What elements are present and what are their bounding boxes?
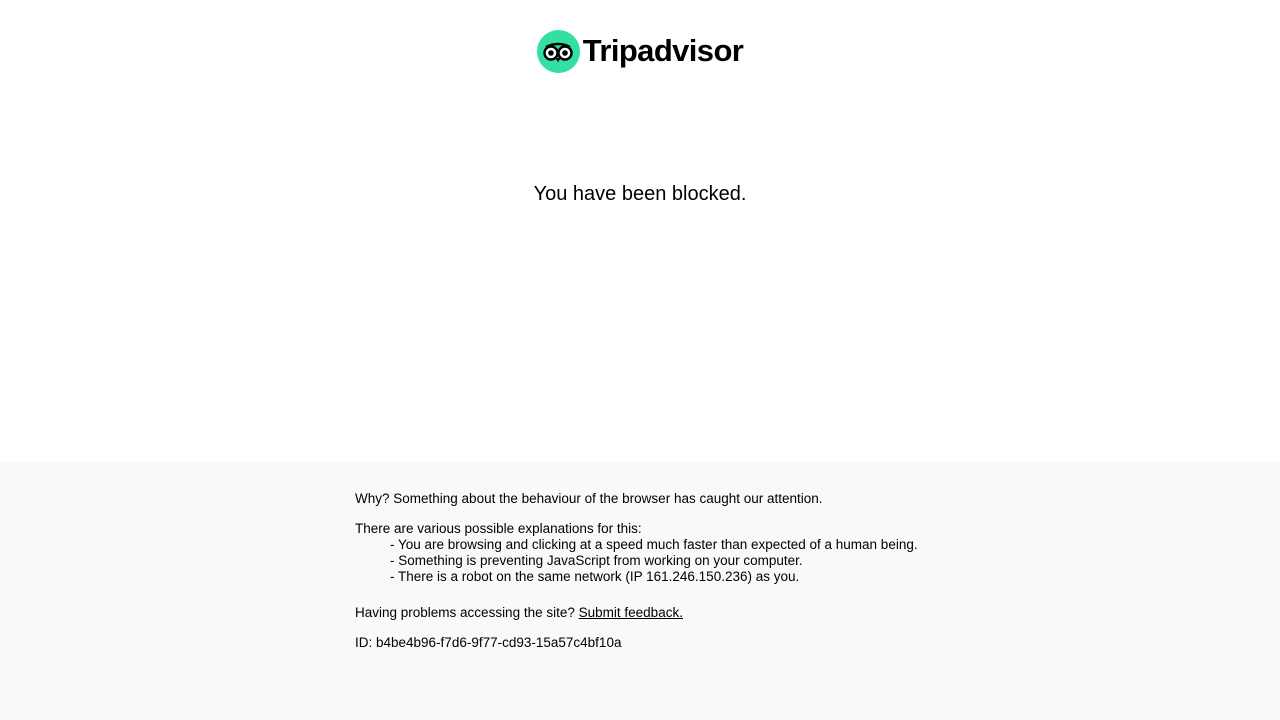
why-text: Why? Something about the behaviour of th… — [355, 491, 823, 506]
owl-eyes-icon — [536, 29, 580, 73]
logo-text: Tripadvisor — [582, 33, 744, 68]
footer-content: Why? Something about the behaviour of th… — [355, 491, 925, 651]
footer: Why? Something about the behaviour of th… — [0, 462, 1280, 720]
submit-feedback-link[interactable]: Submit feedback. — [579, 605, 683, 620]
problems-text: Having problems accessing the site? Subm… — [355, 605, 925, 621]
explanations-intro: There are various possible explanations … — [355, 521, 642, 536]
explanation-item: - You are browsing and clicking at a spe… — [390, 537, 918, 552]
tripadvisor-logo[interactable]: Tripadvisor — [536, 29, 744, 73]
block-id: ID: b4be4b96-f7d6-9f77-cd93-15a57c4bf10a — [355, 635, 622, 650]
header: Tripadvisor — [0, 29, 1280, 73]
explanations-list: - You are browsing and clicking at a spe… — [355, 537, 925, 585]
blocked-message: You have been blocked. — [533, 183, 747, 205]
problems-label: Having problems accessing the site? — [355, 605, 575, 620]
explanation-item: - There is a robot on the same network (… — [390, 569, 800, 584]
explanation-item: - Something is preventing JavaScript fro… — [390, 553, 803, 568]
